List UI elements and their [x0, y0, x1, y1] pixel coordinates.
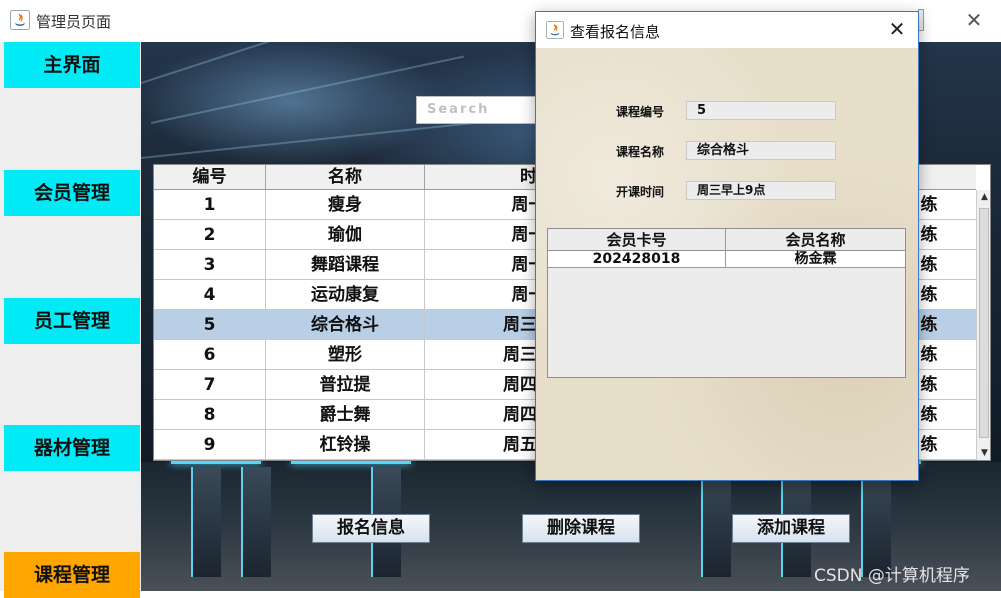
- watermark: CSDN @计算机程序: [814, 566, 970, 586]
- scrollbar-thumb[interactable]: [979, 208, 989, 438]
- dialog-title: 查看报名信息: [570, 23, 661, 41]
- table-scrollbar[interactable]: ▲ ▼: [976, 190, 990, 460]
- nav-staff-management-button[interactable]: 员工管理: [4, 298, 140, 344]
- window-close-button[interactable]: ✕: [962, 8, 986, 32]
- dialog-title-bar: 查看报名信息 ✕: [536, 12, 918, 48]
- scroll-down-arrow-icon[interactable]: ▼: [977, 446, 990, 460]
- signup-info-dialog: 查看报名信息 ✕ 课程编号 5 课程名称 综合格斗 开课时间 周三早上9点 会员…: [535, 11, 919, 481]
- course-name-field[interactable]: 综合格斗: [686, 141, 836, 160]
- nav-home-button[interactable]: 主界面: [4, 42, 140, 88]
- signup-info-button[interactable]: 报名信息: [312, 514, 430, 543]
- nav-course-management-button[interactable]: 课程管理: [4, 552, 140, 598]
- cell-name: 综合格斗: [266, 310, 425, 340]
- cell-name: 瘦身: [266, 190, 425, 220]
- cell-member-card: 202428018: [548, 251, 726, 268]
- background-decoration: [141, 42, 427, 84]
- table-row[interactable]: 202428018 杨金霖: [548, 251, 905, 268]
- course-id-label: 课程编号: [616, 105, 665, 119]
- admin-window: 管理员页面 ✕ 主界面 会员管理 员工管理 器材管理 课程管理 Search 编…: [0, 0, 1001, 598]
- gym-machine-graphic: [191, 467, 221, 577]
- delete-course-button[interactable]: 删除课程: [522, 514, 640, 543]
- column-header-member-card[interactable]: 会员卡号: [548, 229, 726, 251]
- nav-equipment-management-button[interactable]: 器材管理: [4, 425, 140, 471]
- search-input[interactable]: Search: [416, 96, 546, 124]
- cell-id: 9: [154, 430, 266, 460]
- cell-name: 舞蹈课程: [266, 250, 425, 280]
- cell-id: 7: [154, 370, 266, 400]
- cell-name: 运动康复: [266, 280, 425, 310]
- gym-machine-graphic: [701, 467, 731, 577]
- members-table: 会员卡号 会员名称 202428018 杨金霖: [547, 228, 906, 378]
- members-table-header: 会员卡号 会员名称: [548, 229, 905, 251]
- cell-id: 1: [154, 190, 266, 220]
- cell-id: 5: [154, 310, 266, 340]
- cell-id: 4: [154, 280, 266, 310]
- window-title: 管理员页面: [36, 13, 112, 31]
- cell-member-name: 杨金霖: [794, 251, 837, 267]
- gym-machine-graphic: [241, 467, 271, 577]
- add-course-button[interactable]: 添加课程: [732, 514, 850, 543]
- cell-name: 爵士舞: [266, 400, 425, 430]
- column-header-member-name[interactable]: 会员名称: [726, 229, 905, 251]
- start-time-field[interactable]: 周三早上9点: [686, 181, 836, 200]
- background-decoration: [141, 121, 480, 159]
- cell-name: 瑜伽: [266, 220, 425, 250]
- column-header-name[interactable]: 名称: [266, 165, 425, 190]
- scroll-up-arrow-icon[interactable]: ▲: [977, 190, 990, 205]
- cell-id: 2: [154, 220, 266, 250]
- cell-id: 6: [154, 340, 266, 370]
- sidebar: 主界面 会员管理 员工管理 器材管理 课程管理: [0, 42, 141, 598]
- cell-name: 杠铃操: [266, 430, 425, 460]
- java-app-icon: [10, 10, 30, 30]
- cell-name: 普拉提: [266, 370, 425, 400]
- course-name-label: 课程名称: [616, 145, 665, 159]
- dialog-body: 课程编号 5 课程名称 综合格斗 开课时间 周三早上9点 会员卡号 会员名称 2…: [536, 48, 918, 480]
- start-time-label: 开课时间: [616, 185, 665, 199]
- course-id-field[interactable]: 5: [686, 101, 836, 120]
- cell-id: 3: [154, 250, 266, 280]
- java-app-icon: [546, 21, 564, 39]
- cell-name: 塑形: [266, 340, 425, 370]
- dialog-close-button[interactable]: ✕: [884, 16, 910, 42]
- column-header-id[interactable]: 编号: [154, 165, 266, 190]
- cell-id: 8: [154, 400, 266, 430]
- nav-member-management-button[interactable]: 会员管理: [4, 170, 140, 216]
